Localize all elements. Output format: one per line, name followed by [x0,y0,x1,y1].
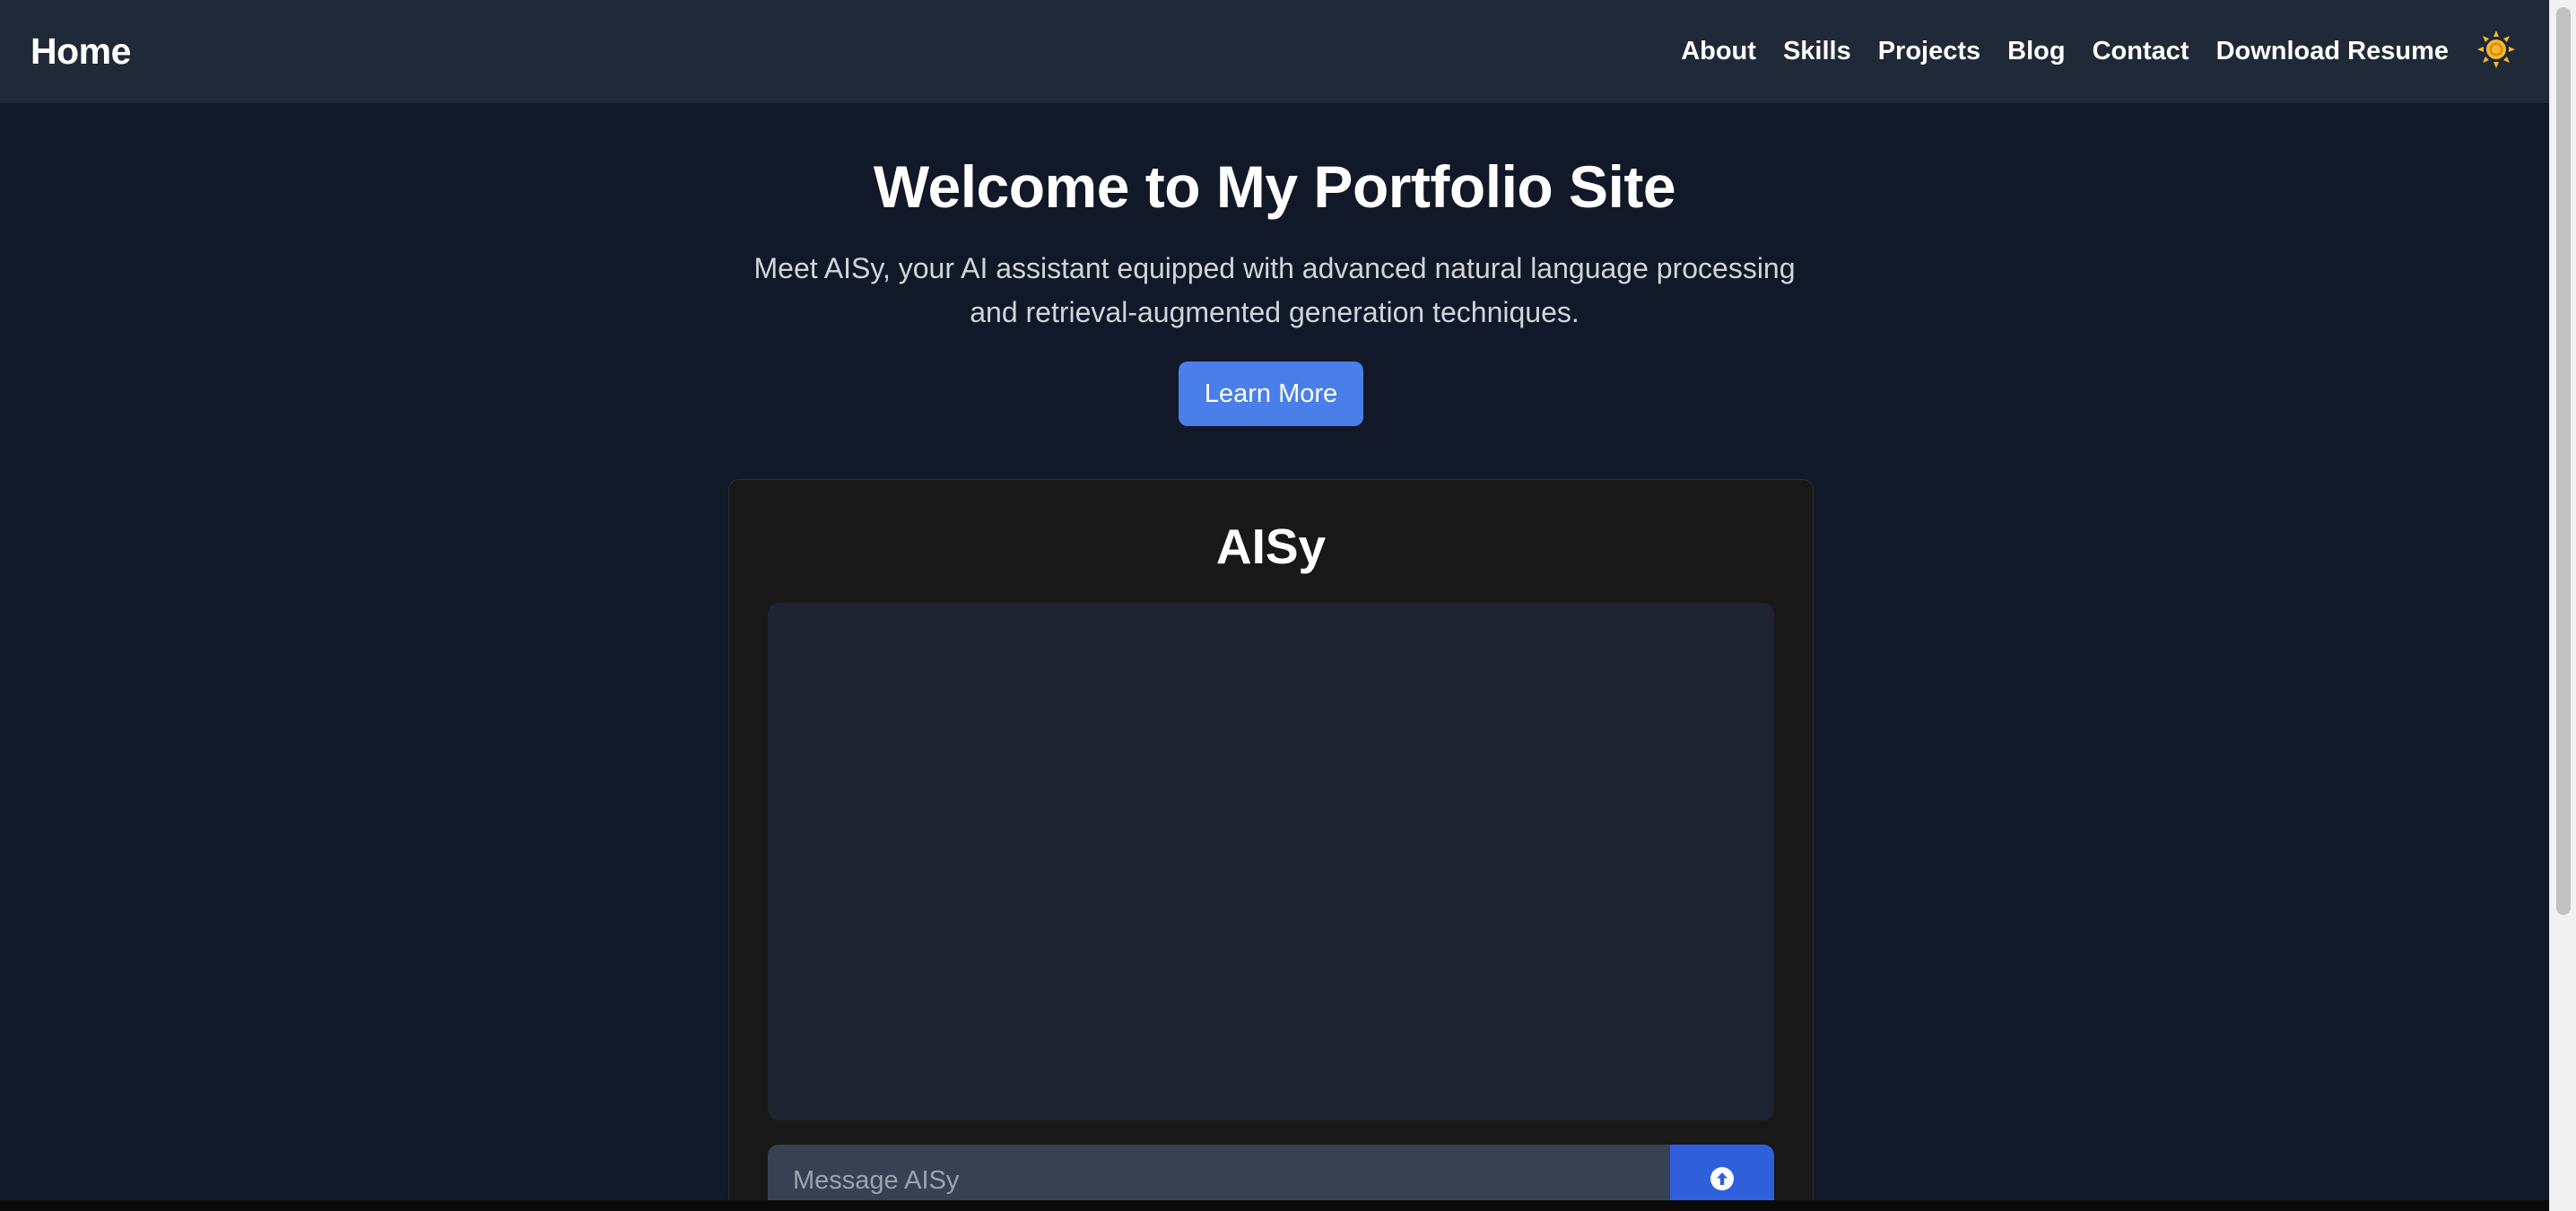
send-button[interactable] [1670,1145,1774,1200]
nav-link-download-resume[interactable]: Download Resume [2216,37,2449,66]
nav-link-blog[interactable]: Blog [2007,37,2065,66]
chat-history[interactable] [768,603,1774,1120]
chat-input-row [768,1145,1774,1200]
chat-title: AISy [1215,518,1327,574]
nav-link-skills[interactable]: Skills [1783,37,1851,66]
chat-message-input[interactable] [768,1145,1670,1200]
hero-subtitle-line-1: Meet AISy, your AI assistant equipped wi… [753,252,1796,284]
page-title: Welcome to My Portfolio Site [873,153,1676,220]
sun-icon [2477,30,2515,68]
arrow-up-circle-icon [1710,1167,1734,1190]
page-scrollbar[interactable] [2549,0,2576,1211]
brand-home-link[interactable]: Home [30,30,131,73]
hero-subtitle-line-2: and retrieval-augmented generation techn… [970,296,1580,328]
hero-subtitle: Meet AISy, your AI assistant equipped wi… [736,247,1813,335]
nav-link-about[interactable]: About [1681,37,1756,66]
chat-card: AISy [728,479,1814,1200]
scrollbar-thumb[interactable] [2556,7,2571,915]
theme-toggle-button[interactable] [2476,29,2517,70]
window-bottom-edge [0,1200,2549,1211]
nav-link-contact[interactable]: Contact [2093,37,2189,66]
page: Home About Skills Projects Blog Contact … [0,0,2549,1200]
learn-more-button[interactable]: Learn More [1179,362,1363,426]
navbar: Home About Skills Projects Blog Contact … [0,0,2549,103]
nav-link-projects[interactable]: Projects [1878,37,1980,66]
nav-links: About Skills Projects Blog Contact Downl… [1681,30,2517,70]
